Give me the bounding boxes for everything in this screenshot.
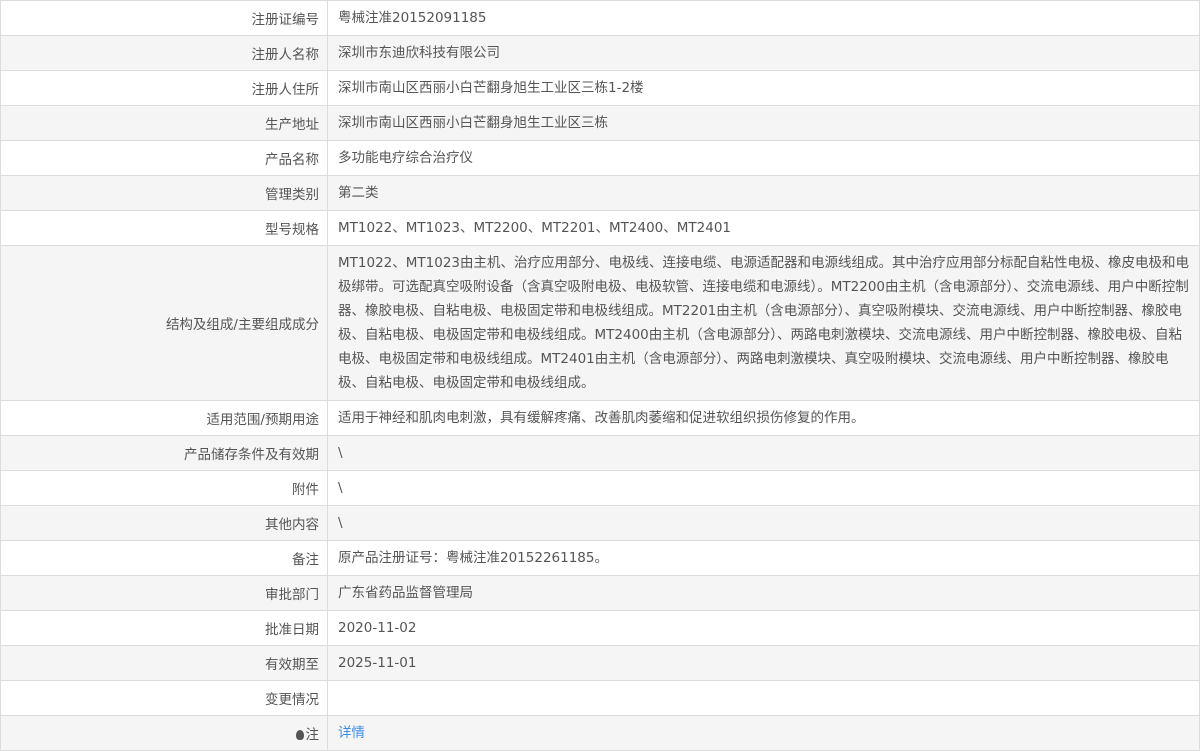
table-row: 生产地址 深圳市南山区西丽小白芒翻身旭生工业区三栋 bbox=[0, 105, 1200, 141]
row-value: 适用于神经和肌肉电刺激，具有缓解疼痛、改善肌肉萎缩和促进软组织损伤修复的作用。 bbox=[327, 400, 1200, 436]
table-row: 注册人住所 深圳市南山区西丽小白芒翻身旭生工业区三栋1-2楼 bbox=[0, 70, 1200, 106]
row-label: 适用范围/预期用途 bbox=[0, 400, 328, 436]
note-label-cell: 注 bbox=[0, 715, 328, 751]
row-label: 结构及组成/主要组成成分 bbox=[0, 245, 328, 401]
table-row: 变更情况 bbox=[0, 680, 1200, 716]
row-label: 生产地址 bbox=[0, 105, 328, 141]
row-label: 附件 bbox=[0, 470, 328, 506]
row-value: 2020-11-02 bbox=[327, 610, 1200, 646]
row-label: 备注 bbox=[0, 540, 328, 576]
note-row: 注 详情 bbox=[0, 715, 1200, 751]
table-row: 型号规格 MT1022、MT1023、MT2200、MT2201、MT2400、M… bbox=[0, 210, 1200, 246]
row-value: MT1022、MT1023由主机、治疗应用部分、电极线、连接电缆、电源适配器和电… bbox=[327, 245, 1200, 401]
row-value: 原产品注册证号：粤械注准20152261185。 bbox=[327, 540, 1200, 576]
row-label: 批准日期 bbox=[0, 610, 328, 646]
row-label: 注册人住所 bbox=[0, 70, 328, 106]
row-value: 多功能电疗综合治疗仪 bbox=[327, 140, 1200, 176]
row-value bbox=[327, 680, 1200, 716]
table-row: 备注 原产品注册证号：粤械注准20152261185。 bbox=[0, 540, 1200, 576]
row-label: 管理类别 bbox=[0, 175, 328, 211]
table-row: 有效期至 2025-11-01 bbox=[0, 645, 1200, 681]
table-row: 结构及组成/主要组成成分 MT1022、MT1023由主机、治疗应用部分、电极线、… bbox=[0, 245, 1200, 401]
table-row: 适用范围/预期用途 适用于神经和肌肉电刺激，具有缓解疼痛、改善肌肉萎缩和促进软组织… bbox=[0, 400, 1200, 436]
row-value: 第二类 bbox=[327, 175, 1200, 211]
table-row: 管理类别 第二类 bbox=[0, 175, 1200, 211]
row-value: 广东省药品监督管理局 bbox=[327, 575, 1200, 611]
table-row: 产品储存条件及有效期 \ bbox=[0, 435, 1200, 471]
table-row: 注册证编号 粤械注准20152091185 bbox=[0, 0, 1200, 36]
details-link[interactable]: 详情 bbox=[338, 725, 365, 741]
row-label: 注册证编号 bbox=[0, 0, 328, 36]
row-value: 深圳市南山区西丽小白芒翻身旭生工业区三栋 bbox=[327, 105, 1200, 141]
row-label: 变更情况 bbox=[0, 680, 328, 716]
row-value: \ bbox=[327, 470, 1200, 506]
registration-detail-table: 注册证编号 粤械注准20152091185 注册人名称 深圳市东迪欣科技有限公司 注册人… bbox=[0, 0, 1200, 751]
row-value: \ bbox=[327, 435, 1200, 471]
note-label: 注 bbox=[305, 727, 320, 743]
row-label: 审批部门 bbox=[0, 575, 328, 611]
row-label: 产品名称 bbox=[0, 140, 328, 176]
note-value: 详情 bbox=[327, 715, 1200, 751]
table-row: 产品名称 多功能电疗综合治疗仪 bbox=[0, 140, 1200, 176]
row-value: \ bbox=[327, 505, 1200, 541]
row-value: 2025-11-01 bbox=[327, 645, 1200, 681]
table-row: 审批部门 广东省药品监督管理局 bbox=[0, 575, 1200, 611]
row-label: 型号规格 bbox=[0, 210, 328, 246]
row-label: 有效期至 bbox=[0, 645, 328, 681]
table-row: 其他内容 \ bbox=[0, 505, 1200, 541]
row-label: 注册人名称 bbox=[0, 35, 328, 71]
lightbulb-icon bbox=[295, 730, 304, 740]
row-value: 深圳市东迪欣科技有限公司 bbox=[327, 35, 1200, 71]
row-label: 产品储存条件及有效期 bbox=[0, 435, 328, 471]
row-value: 深圳市南山区西丽小白芒翻身旭生工业区三栋1-2楼 bbox=[327, 70, 1200, 106]
row-label: 其他内容 bbox=[0, 505, 328, 541]
table-row: 注册人名称 深圳市东迪欣科技有限公司 bbox=[0, 35, 1200, 71]
row-value: 粤械注准20152091185 bbox=[327, 0, 1200, 36]
row-value: MT1022、MT1023、MT2200、MT2201、MT2400、MT240… bbox=[327, 210, 1200, 246]
table-row: 附件 \ bbox=[0, 470, 1200, 506]
table-row: 批准日期 2020-11-02 bbox=[0, 610, 1200, 646]
